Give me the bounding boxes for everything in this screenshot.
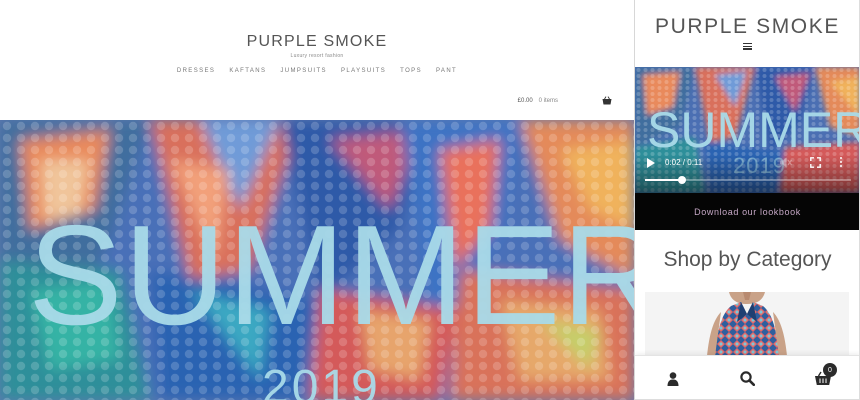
video-progress-track[interactable] (645, 179, 851, 181)
page: PURPLE SMOKE Luxury resort fashion DRESS… (0, 0, 860, 400)
nav-item-dresses[interactable]: DRESSES (170, 68, 222, 74)
header-cart[interactable]: £0.00 0 items (518, 96, 612, 105)
nav-item-tops[interactable]: TOPS (393, 68, 429, 74)
model-dress-image (645, 292, 849, 356)
category-product-image[interactable] (645, 292, 849, 356)
fullscreen-icon[interactable] (810, 157, 821, 168)
cart-button[interactable] (785, 356, 859, 399)
nav-item-jumpsuits[interactable]: JUMPSUITS (273, 68, 334, 74)
search-button[interactable] (710, 356, 785, 399)
download-lookbook-banner[interactable]: Download our lookbook (635, 193, 859, 230)
cart-amount: £0.00 (517, 97, 533, 104)
account-button[interactable] (635, 356, 710, 399)
shop-by-category-title: Shop by Category (663, 248, 832, 271)
basket-icon[interactable] (602, 96, 612, 105)
nav-item-kaftans[interactable]: KAFTANS (222, 68, 273, 74)
nav-item-playsuits[interactable]: PLAYSUITS (334, 68, 393, 74)
hero-year: 2019 (262, 361, 381, 400)
more-options-icon[interactable] (839, 157, 843, 169)
mobile-view: PURPLE SMOKE SUMMER 0:02 / 0:11 Download… (635, 0, 860, 400)
hero-title: SUMMER (28, 196, 634, 355)
volume-muted-icon[interactable] (780, 157, 792, 168)
hamburger-menu-icon[interactable] (743, 43, 752, 50)
search-icon[interactable] (740, 371, 755, 386)
nav-item-pant[interactable]: PANT (429, 68, 464, 74)
download-lookbook-link[interactable]: Download our lookbook (694, 207, 801, 217)
cart-count-badge: 0 (823, 363, 837, 377)
main-navigation: DRESSES KAFTANS JUMPSUITS PLAYSUITS TOPS… (0, 68, 634, 74)
hero-banner[interactable]: SUMMER 2019 (0, 120, 634, 400)
account-icon[interactable] (667, 371, 679, 386)
site-logo[interactable]: PURPLE SMOKE (0, 33, 634, 51)
video-progress-fill (645, 179, 683, 181)
site-tagline: Luxury resort fashion (290, 53, 344, 59)
mobile-bottom-bar: 0 (635, 355, 859, 399)
desktop-view: PURPLE SMOKE Luxury resort fashion DRESS… (0, 0, 634, 400)
cart-count: 0 items (538, 97, 558, 104)
play-icon[interactable] (647, 158, 655, 168)
mobile-site-logo[interactable]: PURPLE SMOKE (635, 15, 859, 39)
video-time: 0:02 / 0:11 (665, 158, 703, 167)
video-player[interactable]: SUMMER 2019 (635, 67, 860, 193)
site-header: PURPLE SMOKE Luxury resort fashion DRESS… (0, 0, 634, 120)
video-title-text: SUMMER (647, 102, 860, 158)
